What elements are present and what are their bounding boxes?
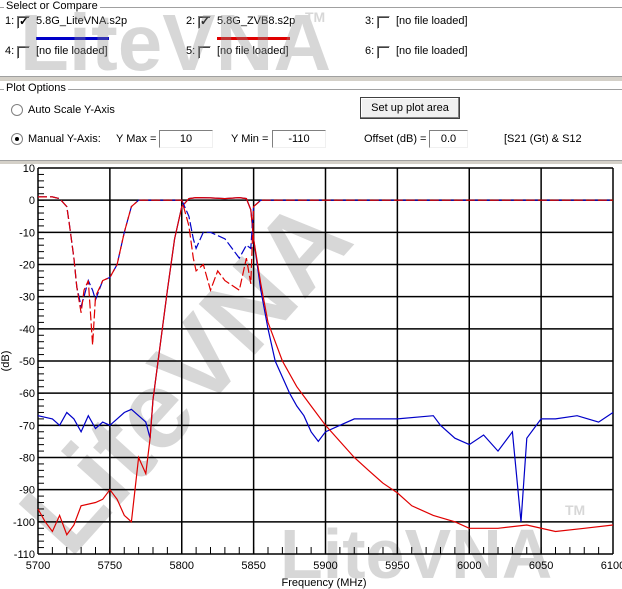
x-tick-label: 6000 [457,560,481,572]
x-tick-label: 5750 [98,560,122,572]
y-tick-label: -90 [19,485,35,497]
x-tick-label: 5850 [241,560,265,572]
x-axis-label: Frequency (MHz) [282,577,367,589]
x-tick-label: 5800 [170,560,194,572]
y-tick-label: -60 [19,388,35,400]
y-tick-label: 10 [23,163,35,175]
y-tick-label: -50 [19,356,35,368]
watermark-tm: TM [305,9,325,25]
y-tick-label: -70 [19,420,35,432]
y-tick-label: -80 [19,453,35,465]
y-tick-label: -20 [19,260,35,272]
watermark-text-top: LiteVNA [20,0,331,87]
x-tick-label: 5950 [385,560,409,572]
y-tick-label: -30 [19,292,35,304]
y-tick-label: -100 [13,517,35,529]
y-axis-label: (dB) [0,351,12,372]
y-tick-label: -10 [19,227,35,239]
x-tick-label: 6050 [529,560,553,572]
watermark-tm: TM [565,502,585,518]
s-parameter-chart: LiteVNALiteVNALiteVNATMTM 5700 5750 5800 58… [0,0,622,589]
x-tick-label: 5700 [26,560,50,572]
watermark: LiteVNALiteVNALiteVNATMTM [0,0,585,589]
x-tick-label: 5900 [313,560,337,572]
x-tick-label: 6100 [601,560,622,572]
y-tick-label: 0 [29,195,35,207]
y-tick-label: -40 [19,324,35,336]
y-tick-label: -110 [14,549,35,561]
